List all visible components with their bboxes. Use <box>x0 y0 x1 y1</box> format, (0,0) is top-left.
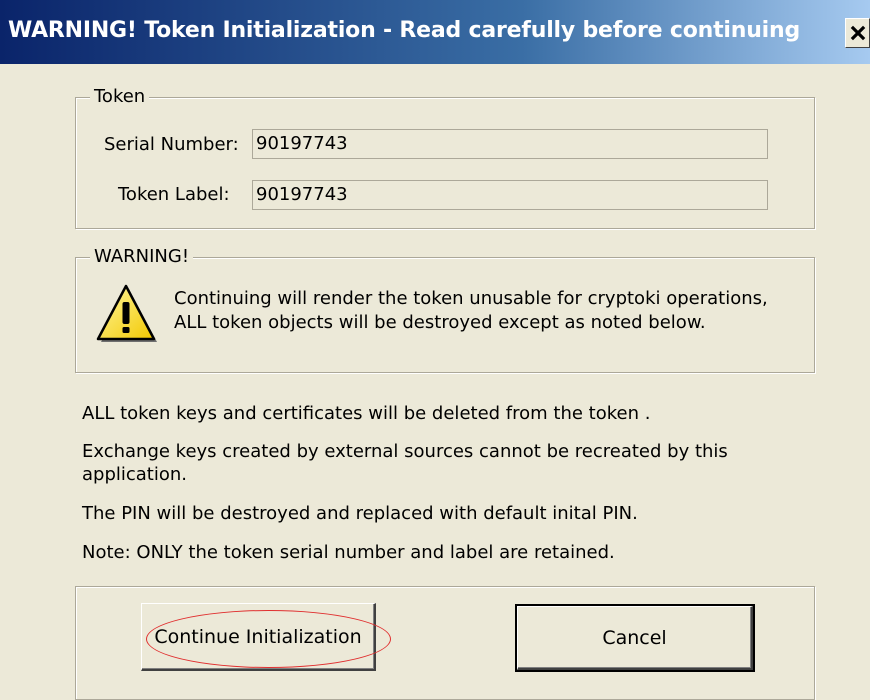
serial-number-label: Serial Number: <box>104 134 239 155</box>
window-title: WARNING! Token Initialization - Read car… <box>8 18 801 43</box>
note-exchange-keys: Exchange keys created by external source… <box>82 441 728 462</box>
close-button[interactable] <box>845 18 870 48</box>
token-label-field: 90197743 <box>252 180 768 210</box>
token-group-legend: Token <box>90 86 150 108</box>
warning-line-1: Continuing will render the token unusabl… <box>174 288 768 309</box>
note-retained: Note: ONLY the token serial number and l… <box>82 542 615 563</box>
note-keys-deleted: ALL token keys and certificates will be … <box>82 403 651 424</box>
warning-line-2: ALL token objects will be destroyed exce… <box>174 312 706 333</box>
continue-initialization-button[interactable]: Continue Initialization <box>141 603 376 671</box>
note-exchange-keys-cont: application. <box>82 464 188 485</box>
token-label-label: Token Label: <box>118 184 230 205</box>
cancel-button[interactable]: Cancel <box>515 604 755 672</box>
warning-message: Continuing will render the token unusabl… <box>174 287 768 335</box>
serial-number-field: 90197743 <box>252 129 768 159</box>
note-pin-destroyed: The PIN will be destroyed and replaced w… <box>82 503 638 524</box>
warning-group-legend: WARNING! <box>90 246 194 268</box>
close-icon <box>850 25 865 41</box>
warning-triangle-icon <box>94 282 158 344</box>
title-bar[interactable]: WARNING! Token Initialization - Read car… <box>0 0 870 64</box>
